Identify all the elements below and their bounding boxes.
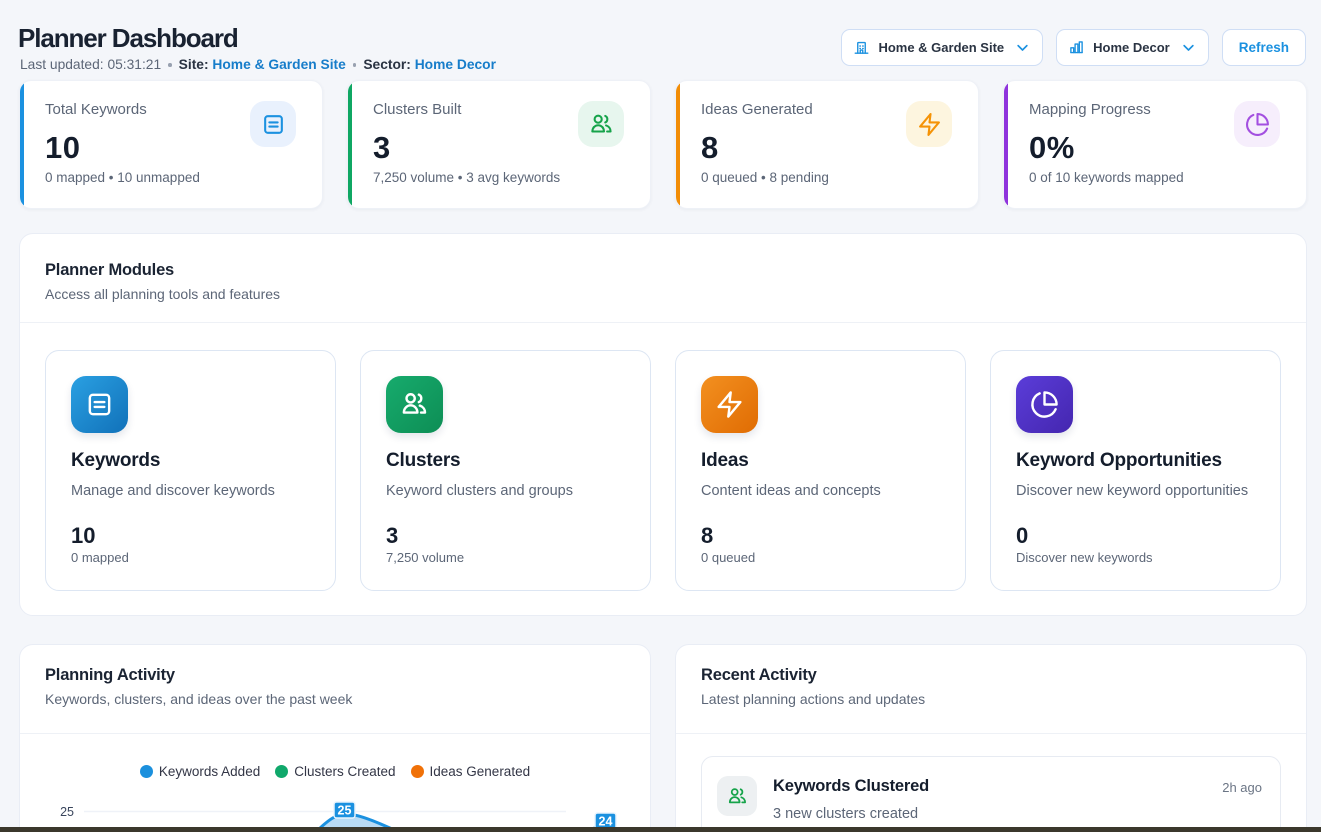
svg-text:25: 25 [60,805,74,819]
svg-text:25: 25 [338,804,352,818]
